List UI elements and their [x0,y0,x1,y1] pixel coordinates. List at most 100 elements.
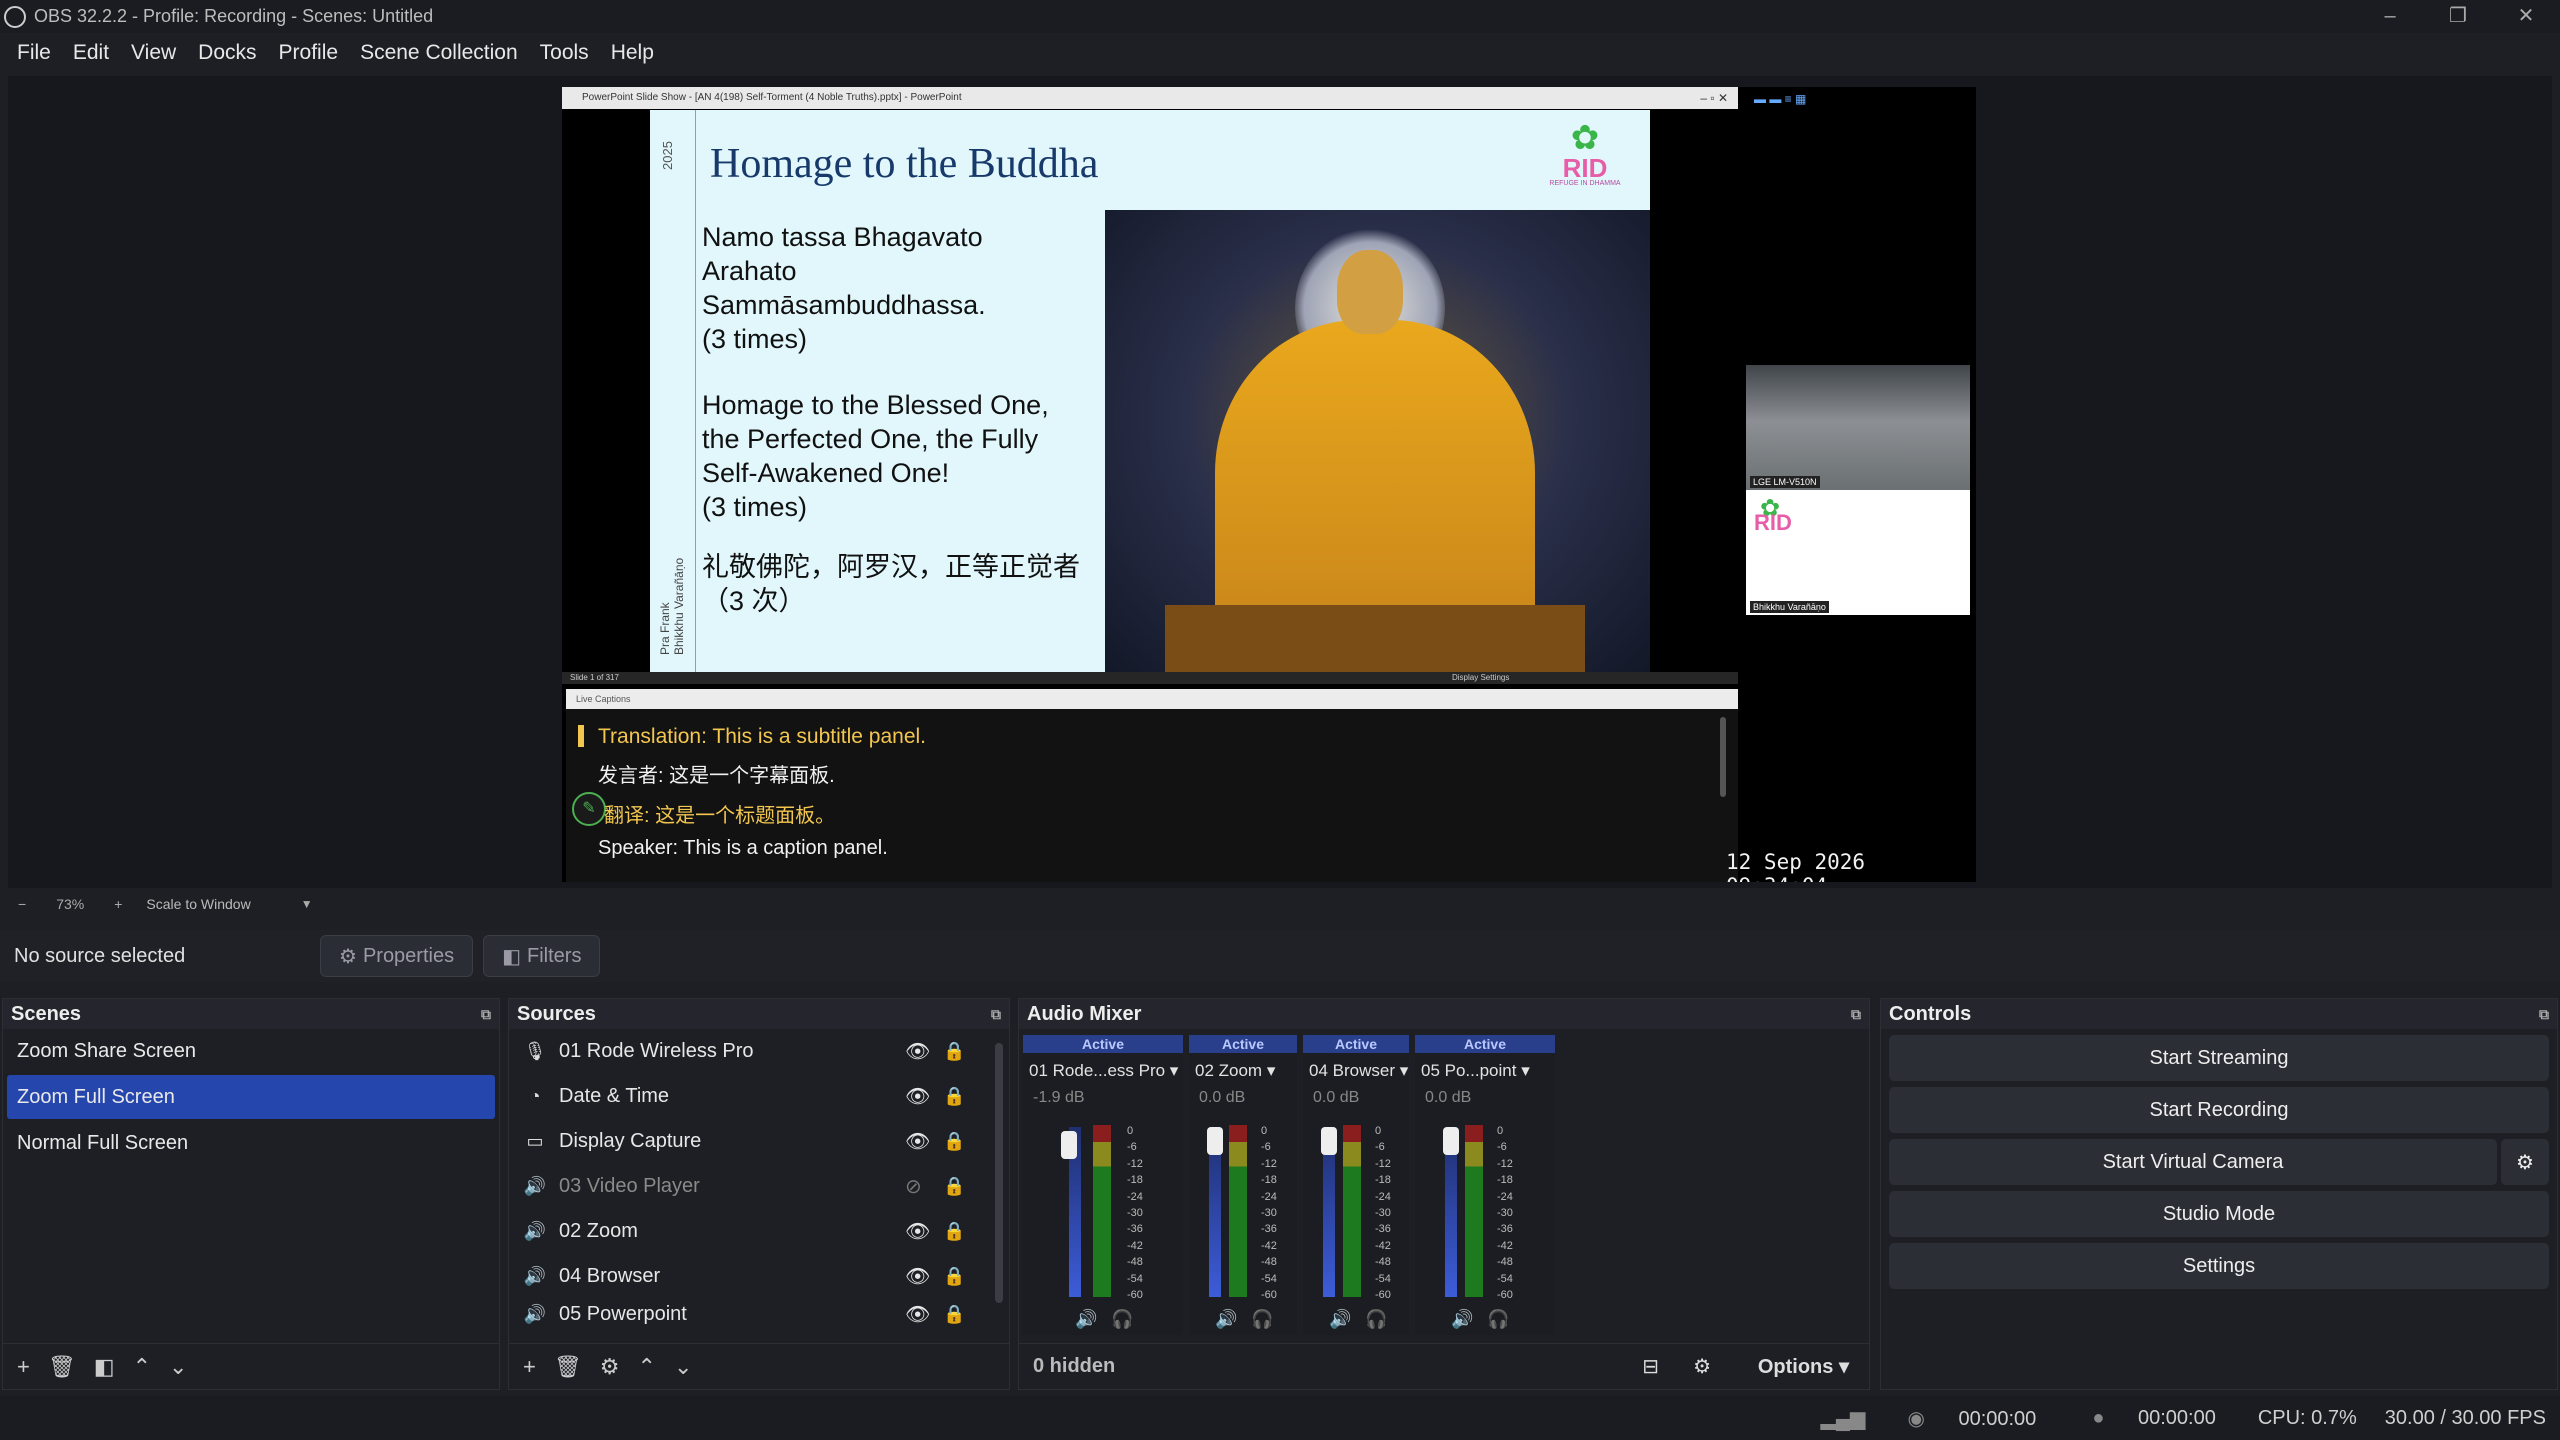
move-down-icon[interactable]: ⌄ [169,1354,187,1380]
scale-mode[interactable]: Scale to Window [146,896,250,912]
close-icon[interactable]: ✕ [2492,0,2560,33]
speaker-icon[interactable]: 🔊 [1075,1309,1097,1330]
menu-scene-collection[interactable]: Scene Collection [360,41,518,65]
channel-name[interactable]: 04 Browser ▾ [1309,1061,1409,1081]
scene-filters-icon[interactable]: ◧ [94,1354,115,1380]
source-item[interactable]: ▭ Display Capture 👁 🔒 [509,1119,1009,1164]
fader-knob[interactable] [1207,1127,1223,1155]
menu-docks[interactable]: Docks [198,41,256,65]
audio-output-icon: 🔊 [523,1303,547,1324]
lock-icon[interactable]: 🔒 [943,1086,965,1107]
source-item[interactable]: 🔊 02 Zoom 👁 🔒 [509,1209,1009,1254]
virtual-camera-settings-icon[interactable]: ⚙ [2501,1139,2549,1185]
menu-tools[interactable]: Tools [540,41,589,65]
fader-knob[interactable] [1061,1131,1077,1159]
lock-icon[interactable]: 🔒 [943,1041,965,1062]
text-line: Sammāsambuddhassa. [702,290,986,320]
controls-dock: Controls ⧉ Start Streaming Start Recordi… [1880,998,2558,1390]
slide-author-line: Bhikkhu Varañāṇo [672,557,686,655]
slide: 2025 Pra Frank Bhikkhu Varañāṇo Homage t… [650,110,1650,672]
options-label: Options [1757,1356,1834,1378]
eye-hidden-icon[interactable]: ⊘ [905,1174,922,1199]
filters-button[interactable]: ◧ Filters [483,935,601,977]
channel-name[interactable]: 05 Po...point ▾ [1421,1061,1555,1081]
channel-name[interactable]: 01 Rode...ess Pro ▾ [1029,1061,1183,1081]
menu-edit[interactable]: Edit [73,41,109,65]
undock-icon[interactable]: ⧉ [481,1006,491,1023]
undock-icon[interactable]: ⧉ [1851,1006,1861,1023]
speaker-icon[interactable]: 🔊 [1329,1309,1351,1330]
scene-item[interactable]: Normal Full Screen [3,1121,499,1165]
menu-file[interactable]: File [17,41,51,65]
source-item[interactable]: 🔊 04 Browser 👁 🔒 [509,1254,1009,1299]
zoom-in-button[interactable]: + [114,896,122,912]
properties-button[interactable]: ⚙ Properties [320,935,474,977]
pedestal-shape [1165,605,1585,672]
start-virtual-camera-button[interactable]: Start Virtual Camera [1889,1139,2497,1185]
menu-view[interactable]: View [131,41,176,65]
eye-icon[interactable]: 👁 [905,1302,930,1327]
add-source-icon[interactable]: + [523,1354,536,1380]
menu-help[interactable]: Help [611,41,654,65]
scale-dropdown-icon[interactable]: ▼ [301,897,313,911]
pali-text: Namo tassa Bhagavato Arahato Sammāsambud… [702,220,1102,356]
globe-icon: ◔ [529,1086,541,1106]
advanced-audio-icon[interactable]: ⚙ [1693,1354,1711,1379]
scale-tick: -48 [1261,1256,1277,1269]
scene-item-selected[interactable]: Zoom Full Screen [7,1075,495,1119]
studio-mode-button[interactable]: Studio Mode [1889,1191,2549,1237]
scale-tick: 0 [1497,1125,1504,1137]
fader-knob[interactable] [1321,1127,1337,1155]
source-properties-icon[interactable]: ⚙ [600,1354,620,1380]
start-streaming-button[interactable]: Start Streaming [1889,1035,2549,1081]
move-up-icon[interactable]: ⌃ [133,1354,151,1380]
remove-scene-icon[interactable]: 🗑 [48,1354,76,1380]
lock-icon[interactable]: 🔒 [943,1266,965,1287]
menu-profile[interactable]: Profile [279,41,339,65]
add-scene-icon[interactable]: + [17,1354,30,1380]
settings-button[interactable]: Settings [1889,1243,2549,1289]
options-button[interactable]: Options ▾ [1758,1354,1849,1379]
fader-knob[interactable] [1443,1127,1459,1155]
pen-icon[interactable]: ✎ [572,792,606,826]
meter-scale: 0 -6 -12 -18 -24 -30 -36 -42 -48 -54 -60 [1127,1123,1143,1303]
move-up-icon[interactable]: ⌃ [638,1354,656,1380]
eye-icon[interactable]: 👁 [905,1039,930,1064]
mixer-layout-icon[interactable]: ⊟ [1642,1354,1659,1379]
eye-icon[interactable]: 👁 [905,1129,930,1154]
eye-icon[interactable]: 👁 [905,1084,930,1109]
lock-icon[interactable]: 🔒 [943,1221,965,1242]
scale-tick: -24 [1261,1190,1277,1203]
sources-scrollbar[interactable] [995,1043,1003,1303]
lock-icon[interactable]: 🔒 [943,1131,965,1152]
channel-name[interactable]: 02 Zoom ▾ [1195,1061,1297,1081]
lock-icon[interactable]: 🔒 [943,1176,965,1197]
monitor-headphone-icon[interactable]: 🎧 [1487,1309,1509,1330]
channel-name-text: 02 Zoom [1195,1061,1263,1080]
start-recording-button[interactable]: Start Recording [1889,1087,2549,1133]
source-item[interactable]: ◔ Date & Time 👁 🔒 [509,1074,1009,1119]
undock-icon[interactable]: ⧉ [2539,1006,2549,1023]
undock-icon[interactable]: ⧉ [991,1006,1001,1023]
source-item[interactable]: 🎙 01 Rode Wireless Pro 👁 🔒 [509,1029,1009,1074]
captions-scrollbar[interactable] [1720,717,1726,797]
restore-icon[interactable]: ❐ [2424,0,2492,33]
eye-icon[interactable]: 👁 [905,1264,930,1289]
move-down-icon[interactable]: ⌄ [674,1354,692,1380]
speaker-icon[interactable]: 🔊 [1451,1309,1473,1330]
source-item[interactable]: 🔊 05 Powerpoint 👁 🔒 [509,1299,1009,1329]
mixer-channels: Active 01 Rode...ess Pro ▾ -1.9 dB 0 -6 -1… [1023,1035,1561,1335]
monitor-headphone-icon[interactable]: 🎧 [1365,1309,1387,1330]
speaker-icon[interactable]: 🔊 [1215,1309,1237,1330]
monitor-headphone-icon[interactable]: 🎧 [1251,1309,1273,1330]
lock-icon[interactable]: 🔒 [943,1304,965,1325]
source-item[interactable]: 🔊 03 Video Player ⊘ 🔒 [509,1164,1009,1209]
remove-source-icon[interactable]: 🗑 [554,1354,582,1380]
monitor-headphone-icon[interactable]: 🎧 [1111,1309,1133,1330]
preview-canvas[interactable]: PowerPoint Slide Show - [AN 4(198) Self-… [562,87,1976,882]
minimize-icon[interactable]: – [2356,0,2424,33]
eye-icon[interactable]: 👁 [905,1219,930,1244]
zoom-out-button[interactable]: − [18,896,26,912]
scene-item[interactable]: Zoom Share Screen [3,1029,499,1073]
scale-tick: -24 [1497,1190,1513,1203]
